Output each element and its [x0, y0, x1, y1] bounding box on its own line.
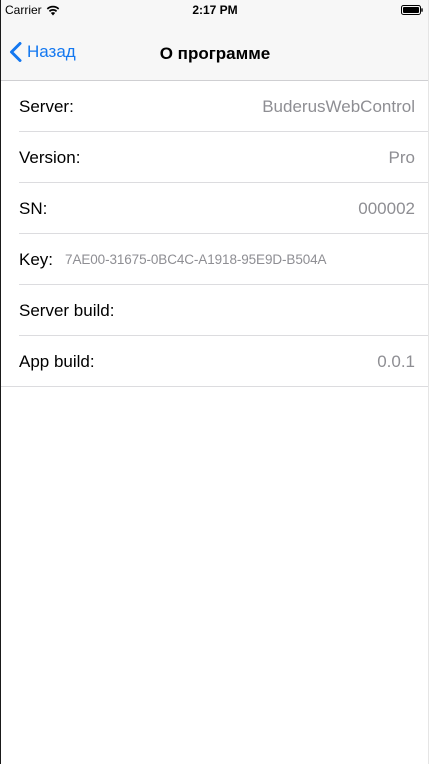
row-app-build: App build: 0.0.1 [1, 336, 429, 387]
row-value: 7AE00-31675-0BC4C-A1918-95E9D-B504A [65, 252, 327, 267]
row-label: SN: [19, 198, 48, 218]
row-server: Server: BuderusWebControl [1, 81, 429, 132]
row-value: BuderusWebControl [262, 96, 415, 116]
row-label: Server build: [19, 300, 115, 320]
status-time: 2:17 PM [192, 3, 238, 17]
navigation-bar: Назад О программе [1, 20, 429, 81]
row-version: Version: Pro [1, 132, 429, 183]
page-title: О программе [159, 44, 271, 63]
row-label: App build: [19, 351, 95, 371]
row-value: 0.0.1 [377, 351, 415, 371]
row-key: Key: 7AE00-31675-0BC4C-A1918-95E9D-B504A [1, 234, 429, 285]
row-label: Version: [19, 147, 81, 167]
status-bar: Carrier 2:17 PM [1, 0, 429, 20]
row-server-build: Server build: [1, 285, 429, 336]
row-value: Pro [388, 147, 415, 167]
battery-icon [401, 5, 423, 15]
row-label: Server: [19, 96, 74, 116]
row-label: Key: [19, 249, 54, 269]
app-screen: Carrier 2:17 PM Назад О программе Server… [0, 0, 429, 764]
row-sn: SN: 000002 [1, 183, 429, 234]
info-list: Server: BuderusWebControl Version: Pro S… [1, 81, 429, 387]
row-value: 000002 [358, 198, 415, 218]
